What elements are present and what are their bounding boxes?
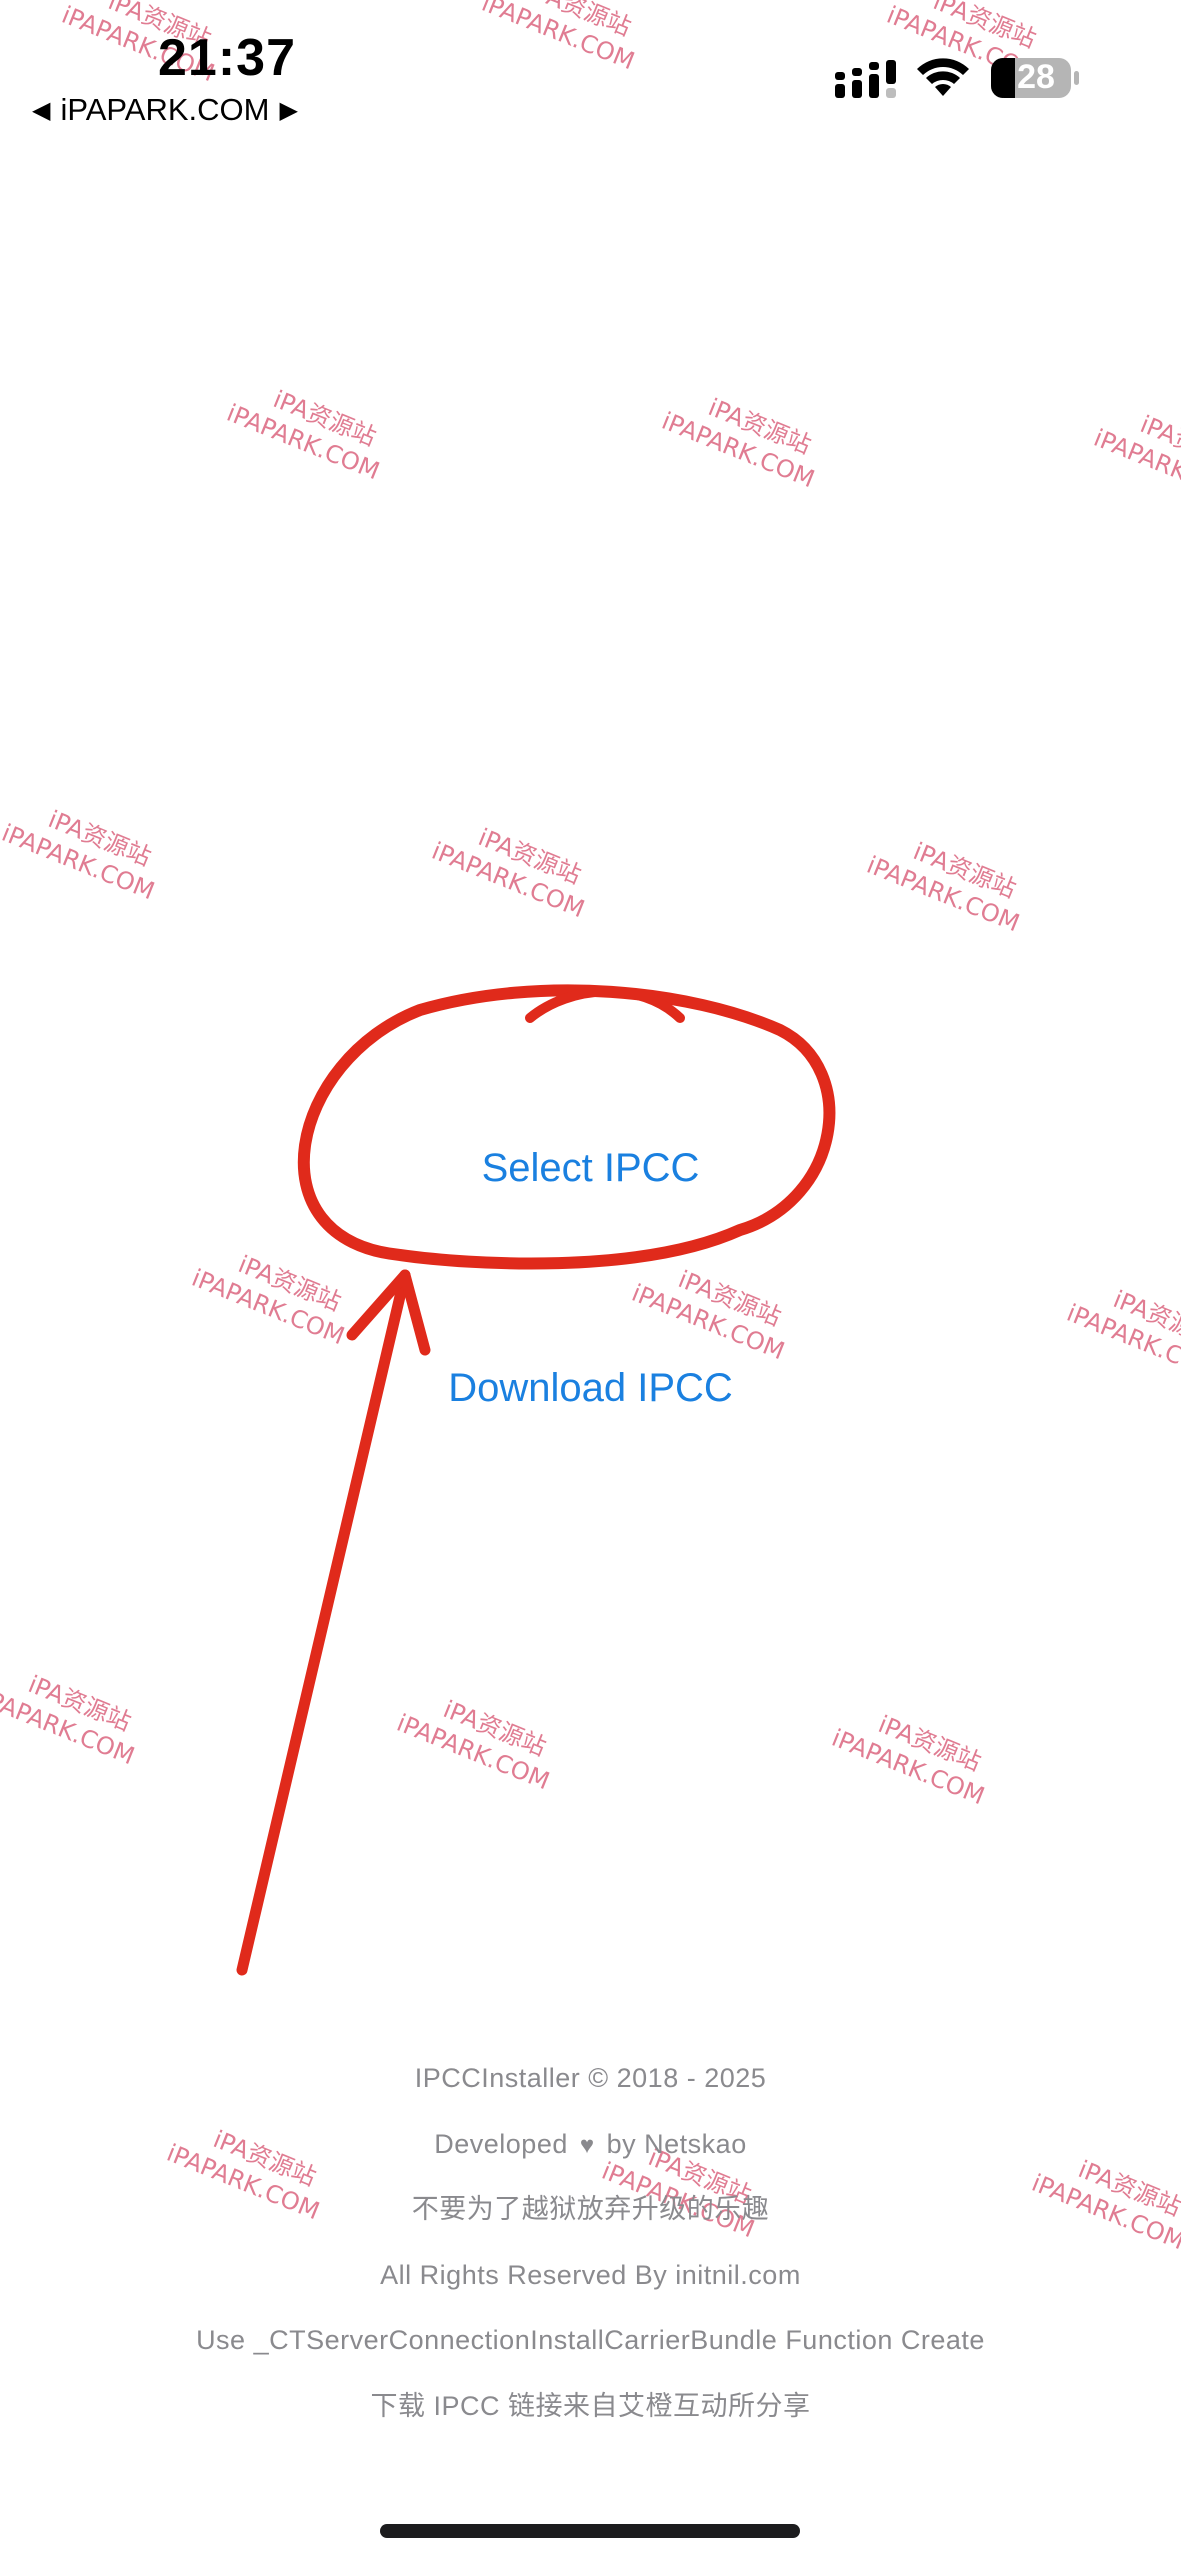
developed-prefix: Developed: [434, 2128, 568, 2159]
function-note-text: Use _CTServerConnectionInstallCarrierBun…: [196, 2325, 985, 2355]
developed-by-text: Developed ♥ by Netskao: [0, 2126, 1181, 2192]
annotation-scribble: [525, 986, 685, 1023]
copyright-text: IPCCInstaller © 2018 - 2025: [414, 2063, 767, 2093]
download-ipcc-button[interactable]: Download IPCC: [0, 1366, 1181, 1411]
back-app-label: iPAPARK.COM: [60, 92, 270, 127]
heart-icon: ♥: [579, 2131, 595, 2159]
watermark: iPA资源站 iPAPARK.COM: [477, 0, 639, 76]
watermark: iPA资源站 iPAPARK.COM: [0, 1670, 139, 1771]
back-to-app-link[interactable]: ◀ iPAPARK.COM ▶: [32, 92, 298, 128]
watermark: iPA资源站 iPAPARK.COM: [827, 1710, 989, 1811]
annotation-circle: [297, 984, 836, 1270]
wifi-icon: [917, 58, 969, 96]
watermark: iPA资源站 iPAPARK.COM: [862, 837, 1024, 938]
select-ipcc-button[interactable]: Select IPCC: [0, 1146, 1181, 1191]
watermark: iPA资源站 iPAPARK.COM: [1089, 410, 1181, 511]
watermark: iPA资源站 iPAPARK.COM: [392, 1695, 554, 1796]
home-indicator[interactable]: [380, 2524, 800, 2538]
rights-text: All Rights Reserved By initnil.com: [380, 2259, 801, 2290]
footer: IPCCInstaller © 2018 - 2025 Developed ♥ …: [0, 2060, 1181, 2453]
slogan-text: 不要为了越狱放弃升级的乐趣: [411, 2194, 770, 2224]
status-time: 21:37: [158, 29, 296, 87]
forward-arrow-icon: ▶: [279, 96, 298, 124]
watermark: iPA资源站 iPAPARK.COM: [222, 385, 384, 486]
developed-suffix: by Netskao: [606, 2128, 747, 2159]
cellular-signal-icon: [835, 60, 896, 98]
watermark: iPA资源站 iPAPARK.COM: [0, 805, 159, 906]
watermark: iPA资源站 iPAPARK.COM: [187, 1250, 349, 1351]
watermark: iPA资源站 iPAPARK.COM: [427, 823, 589, 924]
watermark: iPA资源站 iPAPARK.COM: [627, 1265, 789, 1366]
battery-level: 28: [1017, 58, 1055, 96]
back-arrow-icon: ◀: [32, 96, 51, 124]
share-note-text: 下载 IPCC 链接来自艾橙互动所分享: [370, 2390, 811, 2421]
watermark: iPA资源站 iPAPARK.COM: [657, 393, 819, 494]
annotation-arrow-head: [346, 1269, 431, 1356]
